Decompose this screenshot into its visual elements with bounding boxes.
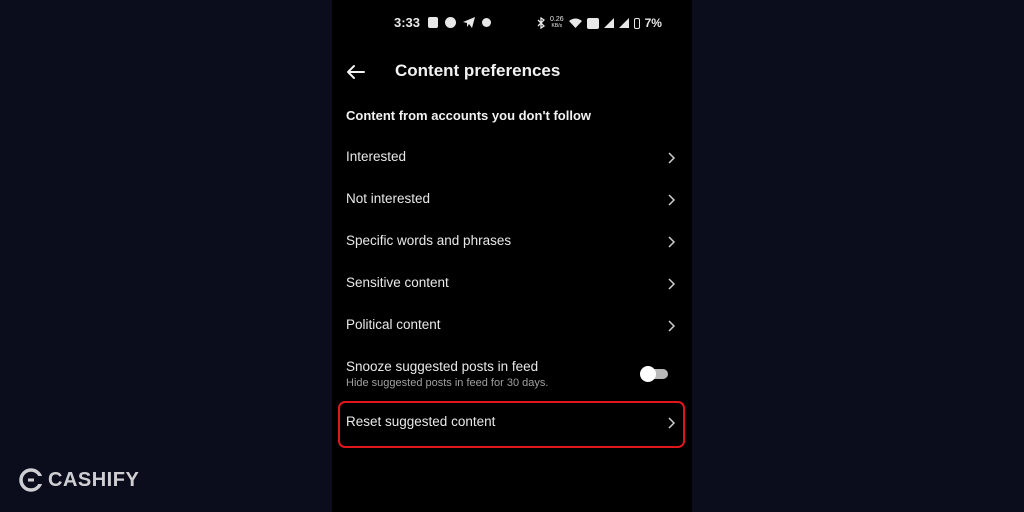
snooze-toggle[interactable] [640,366,670,382]
chevron-right-icon [666,194,676,206]
snooze-setting: Snooze suggested posts in feed Hide sugg… [332,354,692,398]
battery-icon [633,17,640,29]
dnd-icon [482,18,491,27]
wifi-icon [568,18,582,28]
page-title: Content preferences [395,61,561,80]
toggle-knob [640,366,656,382]
status-bar: 3:33 0.26 KB/s 7% [332,13,692,33]
list-item-label: Specific words and phrases [346,233,512,248]
snooze-subtitle: Hide suggested posts in feed for 30 days… [346,377,549,389]
volte-icon [586,17,599,29]
list-item-specific-words[interactable]: Specific words and phrases [332,221,692,263]
chevron-right-icon [666,320,676,332]
list-item-sensitive-content[interactable]: Sensitive content [332,263,692,305]
header: Content preferences [332,58,692,86]
cashify-logo-icon [19,468,44,492]
section-heading: Content from accounts you don't follow [346,108,592,123]
bluetooth-icon [537,17,545,29]
notification-icon [428,17,438,28]
list-item-not-interested[interactable]: Not interested [332,179,692,221]
battery-percent: 7% [644,16,662,30]
notification-icons [428,17,491,28]
list-item-interested[interactable]: Interested [332,137,692,179]
chevron-right-icon [666,278,676,290]
back-button[interactable] [344,60,368,84]
telegram-icon [463,17,475,28]
chevron-right-icon [666,152,676,164]
signal-icon-2 [618,18,629,28]
chevron-right-icon [666,236,676,248]
watermark-text: CASHIFY [48,468,140,491]
status-time: 3:33 [394,15,421,30]
network-speed: 0.26 KB/s [550,16,564,29]
list-item-label: Sensitive content [346,275,449,290]
system-icons: 0.26 KB/s 7% [537,16,662,30]
list-item-political-content[interactable]: Political content [332,305,692,347]
watermark-logo: CASHIFY [18,465,139,495]
highlight-box [338,401,685,448]
page-background: 3:33 0.26 KB/s 7% Content preferences Co… [0,0,1024,512]
list-item-label: Interested [346,149,407,164]
list-item-label: Political content [346,317,441,332]
arrow-left-icon [347,65,365,79]
app-notification-icon [445,17,456,28]
signal-icon [603,18,614,28]
snooze-title: Snooze suggested posts in feed [346,359,539,374]
list-item-label: Not interested [346,191,431,206]
